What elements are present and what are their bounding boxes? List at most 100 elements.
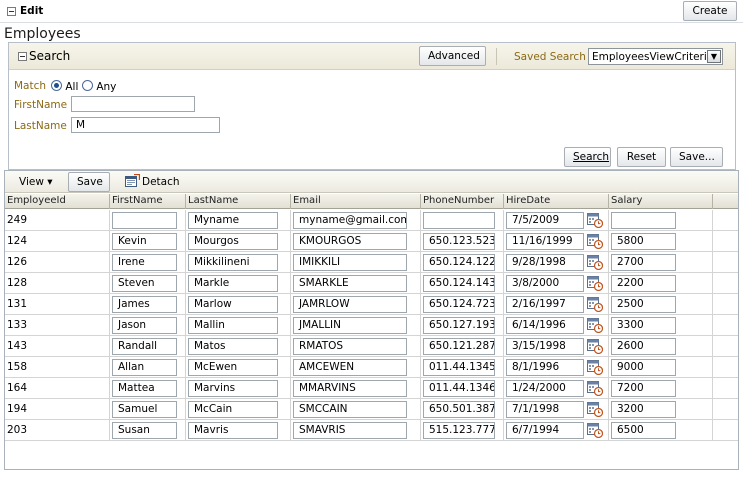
chevron-down-icon[interactable]: ▼ <box>707 50 721 63</box>
reset-button[interactable]: Reset <box>617 147 666 167</box>
email-input[interactable]: SMARKLE <box>293 275 407 292</box>
detach-icon[interactable] <box>125 173 141 188</box>
hire-input[interactable]: 7/5/2009 <box>506 212 584 229</box>
table-row[interactable]: 158 Allan McEwen AMCEWEN 011.44.1345 8/1/1996… <box>5 357 738 378</box>
salary-input[interactable]: 3200 <box>611 401 676 418</box>
last-input[interactable]: Marvins <box>188 380 278 397</box>
first-input[interactable]: Randall <box>112 338 177 355</box>
hire-input[interactable]: 7/1/1998 <box>506 401 584 418</box>
collapse-search-icon[interactable] <box>18 52 27 61</box>
first-input[interactable]: Samuel <box>112 401 177 418</box>
last-input[interactable]: McCain <box>188 401 278 418</box>
first-input[interactable]: Jason <box>112 317 177 334</box>
salary-input[interactable]: 7200 <box>611 380 676 397</box>
detach-label[interactable]: Detach <box>142 176 180 188</box>
phone-input[interactable]: 011.44.1346 <box>423 380 495 397</box>
email-input[interactable]: SMCCAIN <box>293 401 407 418</box>
last-input[interactable]: Mallin <box>188 317 278 334</box>
first-input[interactable] <box>112 212 177 229</box>
table-row[interactable]: 203 Susan Mavris SMAVRIS 515.123.777 6/7/1994… <box>5 420 738 441</box>
view-menu[interactable]: View ▾ <box>19 176 53 188</box>
column-header-firstname[interactable]: FirstName <box>110 194 186 209</box>
hire-input[interactable]: 3/8/2000 <box>506 275 584 292</box>
phone-input[interactable]: 515.123.777 <box>423 422 495 439</box>
save-search-button[interactable]: Save... <box>670 147 723 167</box>
hire-input[interactable]: 3/15/1998 <box>506 338 584 355</box>
calendar-icon[interactable] <box>587 275 603 291</box>
salary-input[interactable]: 9000 <box>611 359 676 376</box>
salary-input[interactable]: 2200 <box>611 275 676 292</box>
calendar-icon[interactable] <box>587 401 603 417</box>
salary-input[interactable]: 2500 <box>611 296 676 313</box>
table-row[interactable]: 126 Irene Mikkilineni IMIKKILI 650.124.122 9/… <box>5 252 738 273</box>
email-input[interactable]: JAMRLOW <box>293 296 407 313</box>
phone-input[interactable]: 650.501.387 <box>423 401 495 418</box>
email-input[interactable]: RMATOS <box>293 338 407 355</box>
first-input[interactable]: James <box>112 296 177 313</box>
save-table-button[interactable]: Save <box>68 172 110 192</box>
salary-input[interactable]: 5800 <box>611 233 676 250</box>
column-header-hiredate[interactable]: HireDate <box>504 194 609 209</box>
first-input[interactable]: Mattea <box>112 380 177 397</box>
saved-search-select[interactable]: EmployeesViewCriteria ▼ <box>588 48 723 65</box>
hire-input[interactable]: 1/24/2000 <box>506 380 584 397</box>
first-input[interactable]: Allan <box>112 359 177 376</box>
first-input[interactable]: Steven <box>112 275 177 292</box>
firstname-field[interactable] <box>71 96 195 112</box>
last-input[interactable]: Myname <box>188 212 278 229</box>
column-header-employeeid[interactable]: EmployeeId <box>5 194 110 209</box>
hire-input[interactable]: 6/14/1996 <box>506 317 584 334</box>
email-input[interactable]: myname@gmail.com <box>293 212 407 229</box>
calendar-icon[interactable] <box>587 338 603 354</box>
last-input[interactable]: Mikkilineni <box>188 254 278 271</box>
salary-input[interactable]: 2600 <box>611 338 676 355</box>
table-row[interactable]: 124 Kevin Mourgos KMOURGOS 650.123.523 11/16/… <box>5 231 738 252</box>
hire-input[interactable]: 9/28/1998 <box>506 254 584 271</box>
column-header-lastname[interactable]: LastName <box>186 194 291 209</box>
phone-input[interactable]: 011.44.1345 <box>423 359 495 376</box>
calendar-icon[interactable] <box>587 233 603 249</box>
radio-any-icon[interactable] <box>82 80 93 91</box>
last-input[interactable]: McEwen <box>188 359 278 376</box>
table-row[interactable]: 164 Mattea Marvins MMARVINS 011.44.1346 1/24/… <box>5 378 738 399</box>
first-input[interactable]: Irene <box>112 254 177 271</box>
advanced-button[interactable]: Advanced <box>419 46 486 66</box>
table-row[interactable]: 249 Myname myname@gmail.com 7/5/2009 <box>5 210 738 231</box>
calendar-icon[interactable] <box>587 317 603 333</box>
calendar-icon[interactable] <box>587 296 603 312</box>
last-input[interactable]: Matos <box>188 338 278 355</box>
email-input[interactable]: KMOURGOS <box>293 233 407 250</box>
phone-input[interactable]: 650.124.143 <box>423 275 495 292</box>
phone-input[interactable]: 650.127.193 <box>423 317 495 334</box>
last-input[interactable]: Mourgos <box>188 233 278 250</box>
salary-input[interactable]: 3300 <box>611 317 676 334</box>
lastname-field[interactable]: M <box>71 117 220 133</box>
email-input[interactable]: JMALLIN <box>293 317 407 334</box>
email-input[interactable]: IMIKKILI <box>293 254 407 271</box>
calendar-icon[interactable] <box>587 254 603 270</box>
first-input[interactable]: Kevin <box>112 233 177 250</box>
table-row[interactable]: 133 Jason Mallin JMALLIN 650.127.193 6/14/199… <box>5 315 738 336</box>
phone-input[interactable]: 650.121.287 <box>423 338 495 355</box>
table-row[interactable]: 194 Samuel McCain SMCCAIN 650.501.387 7/1/199… <box>5 399 738 420</box>
salary-input[interactable] <box>611 212 676 229</box>
table-row[interactable]: 128 Steven Markle SMARKLE 650.124.143 3/8/200… <box>5 273 738 294</box>
calendar-icon[interactable] <box>587 359 603 375</box>
last-input[interactable]: Mavris <box>188 422 278 439</box>
create-button[interactable]: Create <box>683 1 737 21</box>
column-header-salary[interactable]: Salary <box>609 194 713 209</box>
calendar-icon[interactable] <box>587 212 603 228</box>
match-any-option[interactable]: Any <box>82 80 116 93</box>
table-row[interactable]: 131 James Marlow JAMRLOW 650.124.723 2/16/199… <box>5 294 738 315</box>
hire-input[interactable]: 8/1/1996 <box>506 359 584 376</box>
email-input[interactable]: SMAVRIS <box>293 422 407 439</box>
collapse-icon[interactable] <box>7 7 16 16</box>
phone-input[interactable] <box>423 212 495 229</box>
salary-input[interactable]: 6500 <box>611 422 676 439</box>
last-input[interactable]: Marlow <box>188 296 278 313</box>
match-all-option[interactable]: All <box>51 80 78 93</box>
column-header-phonenumber[interactable]: PhoneNumber <box>421 194 504 209</box>
column-header-email[interactable]: Email <box>291 194 421 209</box>
calendar-icon[interactable] <box>587 422 603 438</box>
email-input[interactable]: MMARVINS <box>293 380 407 397</box>
